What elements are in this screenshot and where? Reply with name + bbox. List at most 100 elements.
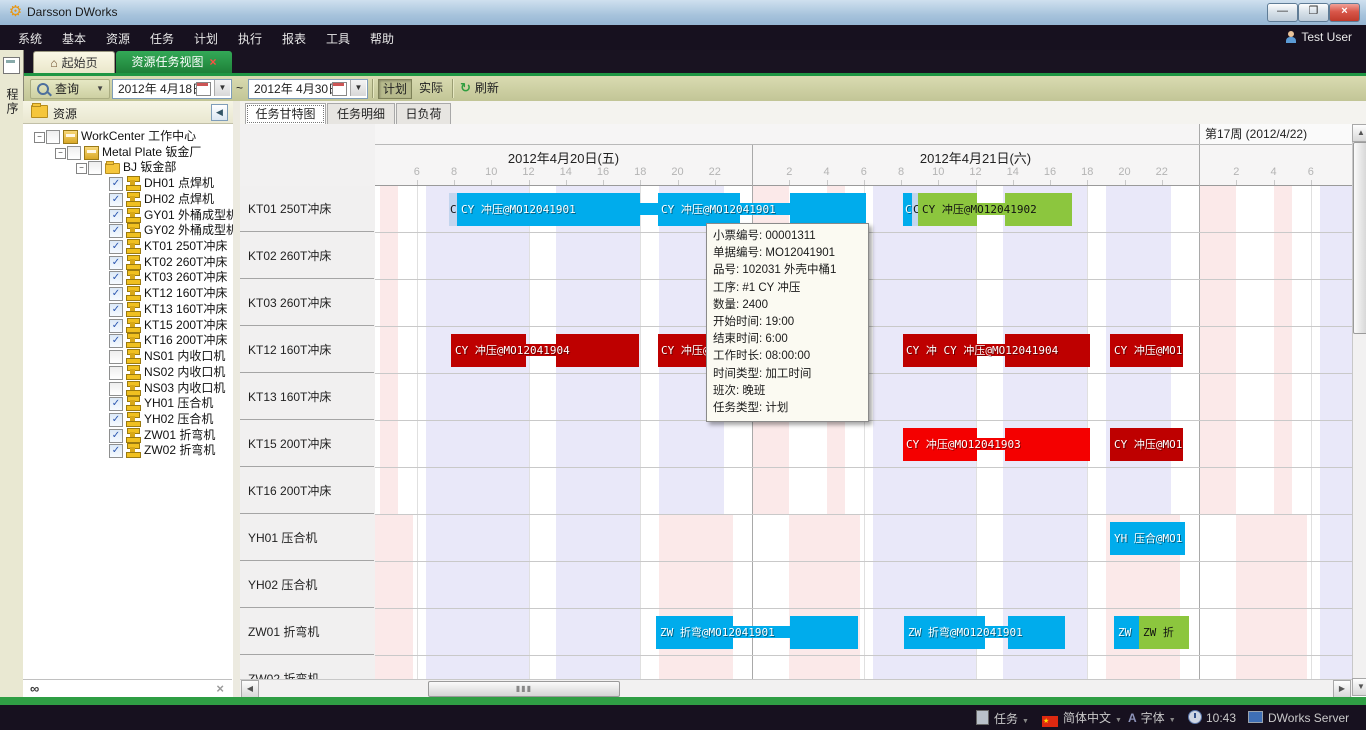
tree-item[interactable]: ✓KT16 200T冲床 bbox=[23, 333, 233, 349]
tree-item[interactable]: −Metal Plate 钣金厂 bbox=[23, 145, 233, 161]
tree-item[interactable]: ✓GY02 外桶成型机 bbox=[23, 223, 233, 239]
tree-item[interactable]: ✓KT15 200T冲床 bbox=[23, 318, 233, 334]
tree-checkbox[interactable]: ✓ bbox=[109, 209, 123, 223]
tree-checkbox[interactable]: ✓ bbox=[109, 303, 123, 317]
tree-checkbox[interactable]: ✓ bbox=[109, 413, 123, 427]
tree-item[interactable]: NS03 内收口机 bbox=[23, 381, 233, 397]
refresh-button[interactable]: ↻刷新 bbox=[460, 79, 516, 97]
menu-基本[interactable]: 基本 bbox=[58, 30, 90, 47]
calendar-icon[interactable] bbox=[332, 82, 347, 96]
minimize-button[interactable]: — bbox=[1267, 3, 1298, 22]
tree-item[interactable]: ✓DH01 点焊机 bbox=[23, 176, 233, 192]
tree-item[interactable]: ✓YH01 压合机 bbox=[23, 396, 233, 412]
tree-checkbox[interactable]: ✓ bbox=[109, 177, 123, 191]
date-to-dropdown-icon[interactable]: ▼ bbox=[350, 80, 366, 96]
tree-checkbox[interactable]: ✓ bbox=[109, 240, 123, 254]
date-from-dropdown-icon[interactable]: ▼ bbox=[214, 80, 230, 96]
tree-checkbox[interactable]: ✓ bbox=[109, 429, 123, 443]
tree-item[interactable]: ✓DH02 点焊机 bbox=[23, 192, 233, 208]
restore-button[interactable]: ❐ bbox=[1298, 3, 1329, 22]
menu-任务[interactable]: 任务 bbox=[146, 30, 178, 47]
tree-item[interactable]: NS02 内收口机 bbox=[23, 365, 233, 381]
scroll-up-icon[interactable]: ▲ bbox=[1352, 124, 1366, 142]
tree-item[interactable]: ✓ZW02 折弯机 bbox=[23, 443, 233, 459]
sidebar-splitter[interactable] bbox=[233, 101, 240, 697]
clear-search-icon[interactable]: × bbox=[216, 681, 224, 696]
query-dropdown-icon[interactable]: ▼ bbox=[96, 80, 104, 98]
gantt-tab-任务明细[interactable]: 任务明细 bbox=[327, 103, 395, 124]
scroll-right-icon[interactable]: ▶ bbox=[1333, 680, 1351, 698]
tree-checkbox[interactable] bbox=[109, 382, 123, 396]
tree-checkbox[interactable] bbox=[109, 366, 123, 380]
horizontal-scrollbar[interactable]: ◀ ▮▮▮ ▶ bbox=[240, 679, 1352, 697]
tree-checkbox[interactable]: ✓ bbox=[109, 444, 123, 458]
tree-expander-icon[interactable]: − bbox=[55, 148, 66, 159]
close-button[interactable]: × bbox=[1329, 3, 1360, 22]
status-font-menu[interactable]: A字体▼ bbox=[1128, 710, 1176, 726]
tree-item[interactable]: −WorkCenter 工作中心 bbox=[23, 129, 233, 145]
menu-资源[interactable]: 资源 bbox=[102, 30, 134, 47]
actual-toggle-button[interactable]: 实际 bbox=[414, 79, 448, 97]
tree-item[interactable]: ✓KT03 260T冲床 bbox=[23, 270, 233, 286]
menu-计划[interactable]: 计划 bbox=[190, 30, 222, 47]
menu-报表[interactable]: 报表 bbox=[278, 30, 310, 47]
tree-item[interactable]: ✓KT13 160T冲床 bbox=[23, 302, 233, 318]
tree-expander-icon[interactable]: − bbox=[34, 132, 45, 143]
binoculars-icon[interactable]: ∞ bbox=[30, 681, 39, 696]
menu-帮助[interactable]: 帮助 bbox=[366, 30, 398, 47]
sidebar-collapse-button[interactable]: ◀ bbox=[211, 104, 228, 121]
plan-toggle-button[interactable]: 计划 bbox=[378, 79, 412, 99]
tree-checkbox[interactable] bbox=[46, 130, 60, 144]
tree-search-bar[interactable]: ∞ × bbox=[23, 679, 232, 698]
tree-item[interactable]: ✓ZW01 折弯机 bbox=[23, 428, 233, 444]
tree-checkbox[interactable]: ✓ bbox=[109, 271, 123, 285]
tree-item[interactable]: ✓KT02 260T冲床 bbox=[23, 255, 233, 271]
status-language-menu[interactable]: ★简体中文▼ bbox=[1042, 710, 1122, 726]
query-button[interactable]: 查询 ▼ bbox=[30, 79, 110, 99]
panel-windows-icon[interactable] bbox=[3, 57, 20, 74]
scroll-down-icon[interactable]: ▼ bbox=[1352, 678, 1366, 696]
status-task-menu[interactable]: 任务▼ bbox=[976, 710, 1029, 726]
current-user[interactable]: Test User bbox=[1286, 30, 1352, 44]
vertical-scrollbar[interactable]: ▲ ▼ bbox=[1352, 124, 1366, 696]
machine-icon bbox=[126, 176, 139, 188]
collapsed-program-panel[interactable]: 程序 bbox=[0, 50, 24, 697]
tree-checkbox[interactable]: ✓ bbox=[109, 287, 123, 301]
task-bar[interactable] bbox=[790, 193, 866, 226]
tree-item[interactable]: ✓KT12 160T冲床 bbox=[23, 286, 233, 302]
tree-checkbox[interactable] bbox=[67, 146, 81, 160]
tree-checkbox[interactable]: ✓ bbox=[109, 397, 123, 411]
date-from-field[interactable]: 2012年 4月18日 ▼ bbox=[112, 79, 232, 99]
tree-checkbox[interactable] bbox=[109, 350, 123, 364]
gantt-tab-任务甘特图[interactable]: 任务甘特图 bbox=[245, 103, 326, 125]
task-bar[interactable] bbox=[790, 616, 858, 649]
menu-工具[interactable]: 工具 bbox=[322, 30, 354, 47]
tab-close-icon[interactable]: × bbox=[210, 55, 217, 69]
menu-系统[interactable]: 系统 bbox=[14, 30, 46, 47]
task-bar[interactable] bbox=[640, 203, 658, 215]
date-to-field[interactable]: 2012年 4月30日 ▼ bbox=[248, 79, 368, 99]
tree-checkbox[interactable]: ✓ bbox=[109, 334, 123, 348]
vertical-scroll-thumb[interactable] bbox=[1353, 142, 1366, 334]
shift-band-pink bbox=[1274, 421, 1293, 467]
tree-checkbox[interactable]: ✓ bbox=[109, 256, 123, 270]
tree-item[interactable]: ✓YH02 压合机 bbox=[23, 412, 233, 428]
gantt-tab-日负荷[interactable]: 日负荷 bbox=[396, 103, 451, 124]
program-panel-label[interactable]: 程序 bbox=[4, 88, 21, 116]
hour-tick-label: 8 bbox=[442, 166, 466, 178]
tab-resource-task-view[interactable]: 资源任务视图× bbox=[116, 51, 232, 73]
horizontal-scroll-thumb[interactable]: ▮▮▮ bbox=[428, 681, 620, 697]
tree-expander-icon[interactable]: − bbox=[76, 163, 87, 174]
tree-checkbox[interactable] bbox=[88, 161, 102, 175]
tree-checkbox[interactable]: ✓ bbox=[109, 193, 123, 207]
tree-item[interactable]: ✓GY01 外桶成型机 bbox=[23, 208, 233, 224]
menu-执行[interactable]: 执行 bbox=[234, 30, 266, 47]
tree-item[interactable]: NS01 内收口机 bbox=[23, 349, 233, 365]
tree-item[interactable]: −BJ 钣金部 bbox=[23, 160, 233, 176]
calendar-icon[interactable] bbox=[196, 82, 211, 96]
scroll-left-icon[interactable]: ◀ bbox=[241, 680, 259, 698]
tree-checkbox[interactable]: ✓ bbox=[109, 319, 123, 333]
tree-item[interactable]: ✓KT01 250T冲床 bbox=[23, 239, 233, 255]
tree-checkbox[interactable]: ✓ bbox=[109, 224, 123, 238]
tab-home-page[interactable]: ⌂起始页 bbox=[33, 51, 115, 74]
